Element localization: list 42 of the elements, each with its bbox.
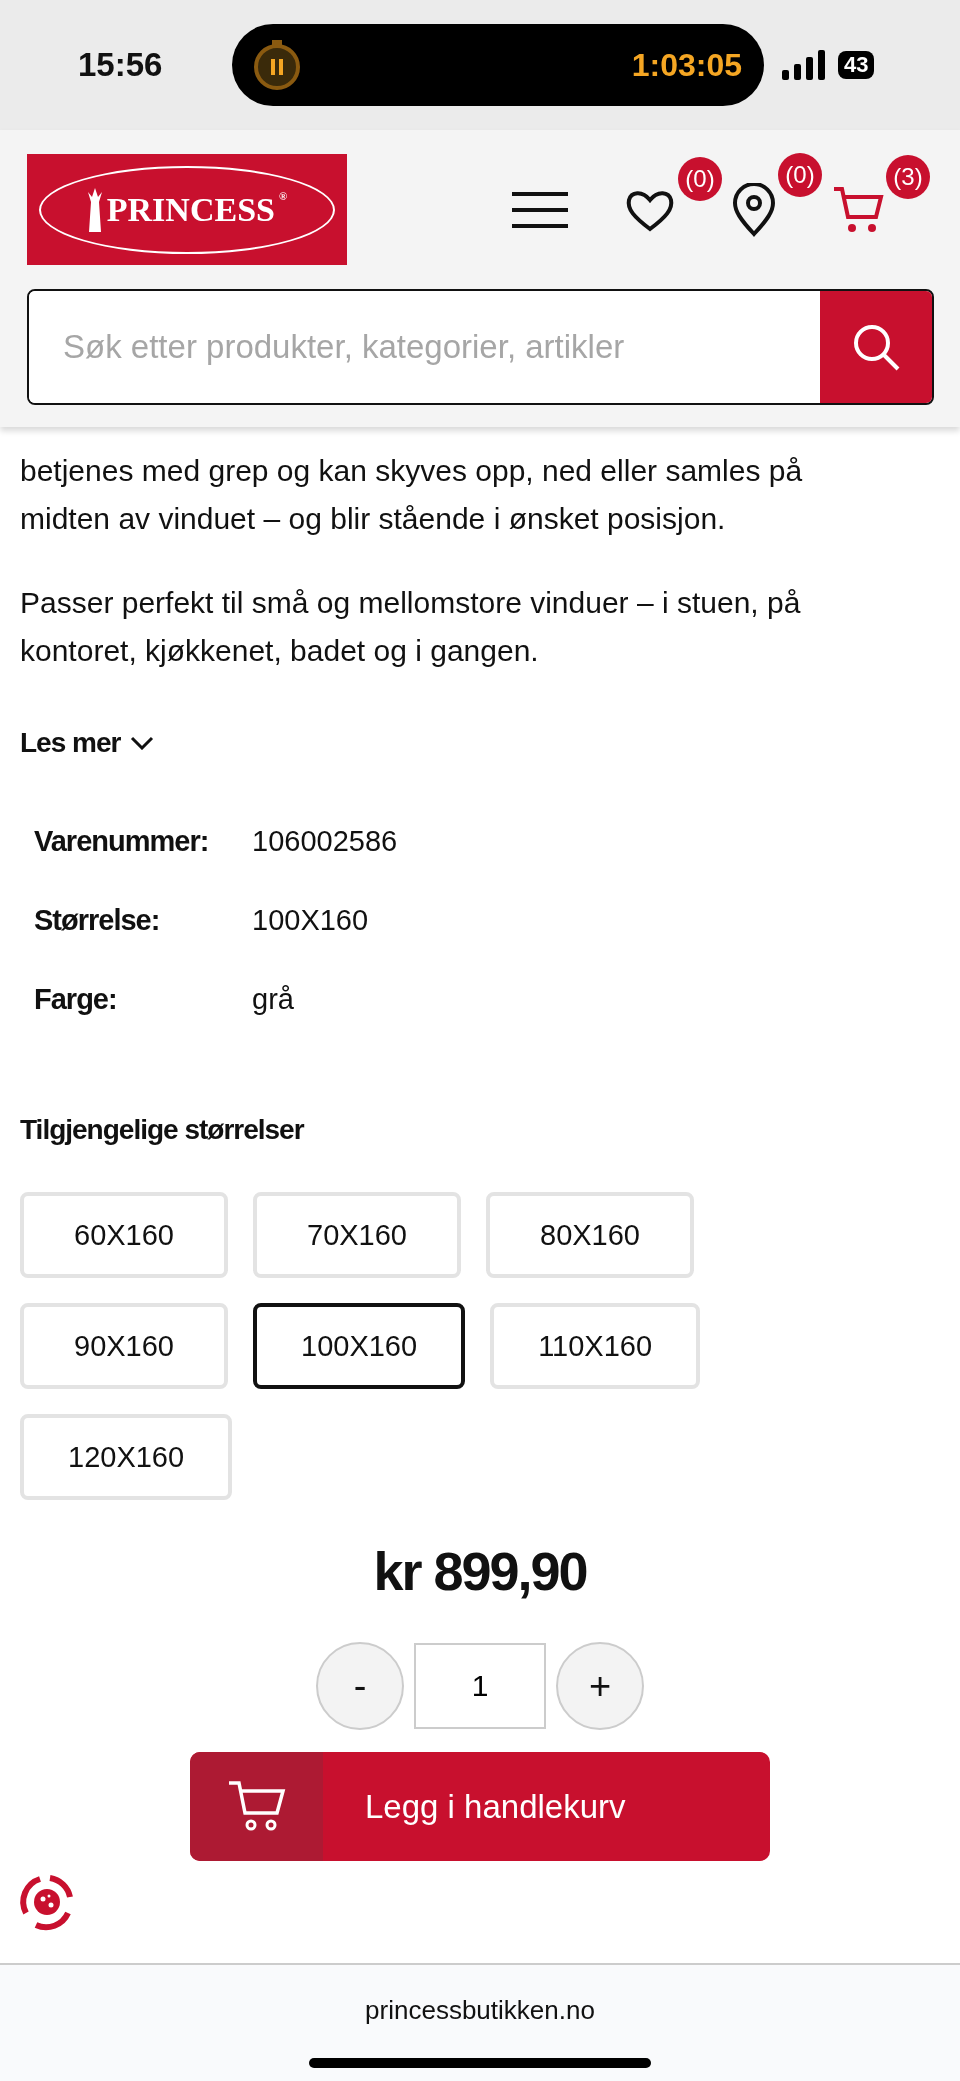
search-icon: [851, 322, 901, 372]
size-option[interactable]: 110X160: [490, 1303, 701, 1389]
count-badge: (0): [678, 156, 722, 201]
description-paragraph: Passer perfekt til små og mellomstore vinduer – i stuen, på kontoret, kjøkkenet, badet og i gangen.: [20, 585, 802, 669]
status-time: 15:56: [78, 46, 164, 84]
chevron-down-icon[interactable]: [130, 736, 155, 750]
signal-icon: [782, 50, 826, 80]
price: kr 899,90: [372, 1540, 588, 1602]
battery-level: 43: [838, 51, 875, 79]
decrease-button[interactable]: -: [316, 1642, 404, 1730]
spec-label: Størrelse:: [34, 904, 161, 937]
read-more-link[interactable]: Les mer: [20, 727, 121, 759]
crown-icon: [86, 187, 103, 232]
size-option[interactable]: 100X160: [253, 1303, 466, 1389]
spec-label: Farge:: [34, 983, 118, 1016]
princess-logo[interactable]: PRINCESS®: [27, 154, 347, 265]
sizes-heading: Tilgjengelige størrelser: [20, 1114, 306, 1146]
quantity-field[interactable]: 1: [414, 1643, 546, 1729]
size-option[interactable]: 60X160: [20, 1192, 228, 1278]
registered-mark: ®: [278, 189, 288, 202]
count-badge: (3): [886, 154, 930, 199]
spec-value: grå: [252, 983, 295, 1016]
count-badge: (0): [778, 152, 822, 197]
search-button[interactable]: [820, 291, 932, 403]
add-to-cart-button[interactable]: Legg i handlekurv: [190, 1752, 770, 1861]
logo-wordmark: PRINCESS: [106, 190, 275, 229]
size-option[interactable]: 80X160: [486, 1192, 694, 1278]
description-paragraph: betjenes med grep og kan skyves opp, ned eller samles på midten av vinduet – og blir stående i ønsket posisjon.: [20, 453, 804, 537]
address-bar-url[interactable]: princessbutikken.no: [365, 1995, 595, 2026]
location-pin-icon[interactable]: [732, 182, 776, 237]
spec-label: Varenummer:: [34, 825, 210, 858]
stopwatch-icon: [252, 38, 302, 92]
size-option[interactable]: 90X160: [20, 1303, 228, 1389]
menu-icon[interactable]: [512, 189, 568, 230]
search-field[interactable]: Søk etter produkter, kategorier, artikler: [27, 289, 934, 405]
size-option[interactable]: 70X160: [253, 1192, 461, 1278]
cart-icon[interactable]: [832, 184, 884, 235]
spec-value: 100X160: [252, 904, 370, 937]
increase-button[interactable]: +: [556, 1642, 644, 1730]
timer-readout: 1:03:05: [631, 46, 742, 84]
spec-value: 106002586: [252, 825, 399, 858]
size-option[interactable]: 120X160: [20, 1414, 233, 1500]
